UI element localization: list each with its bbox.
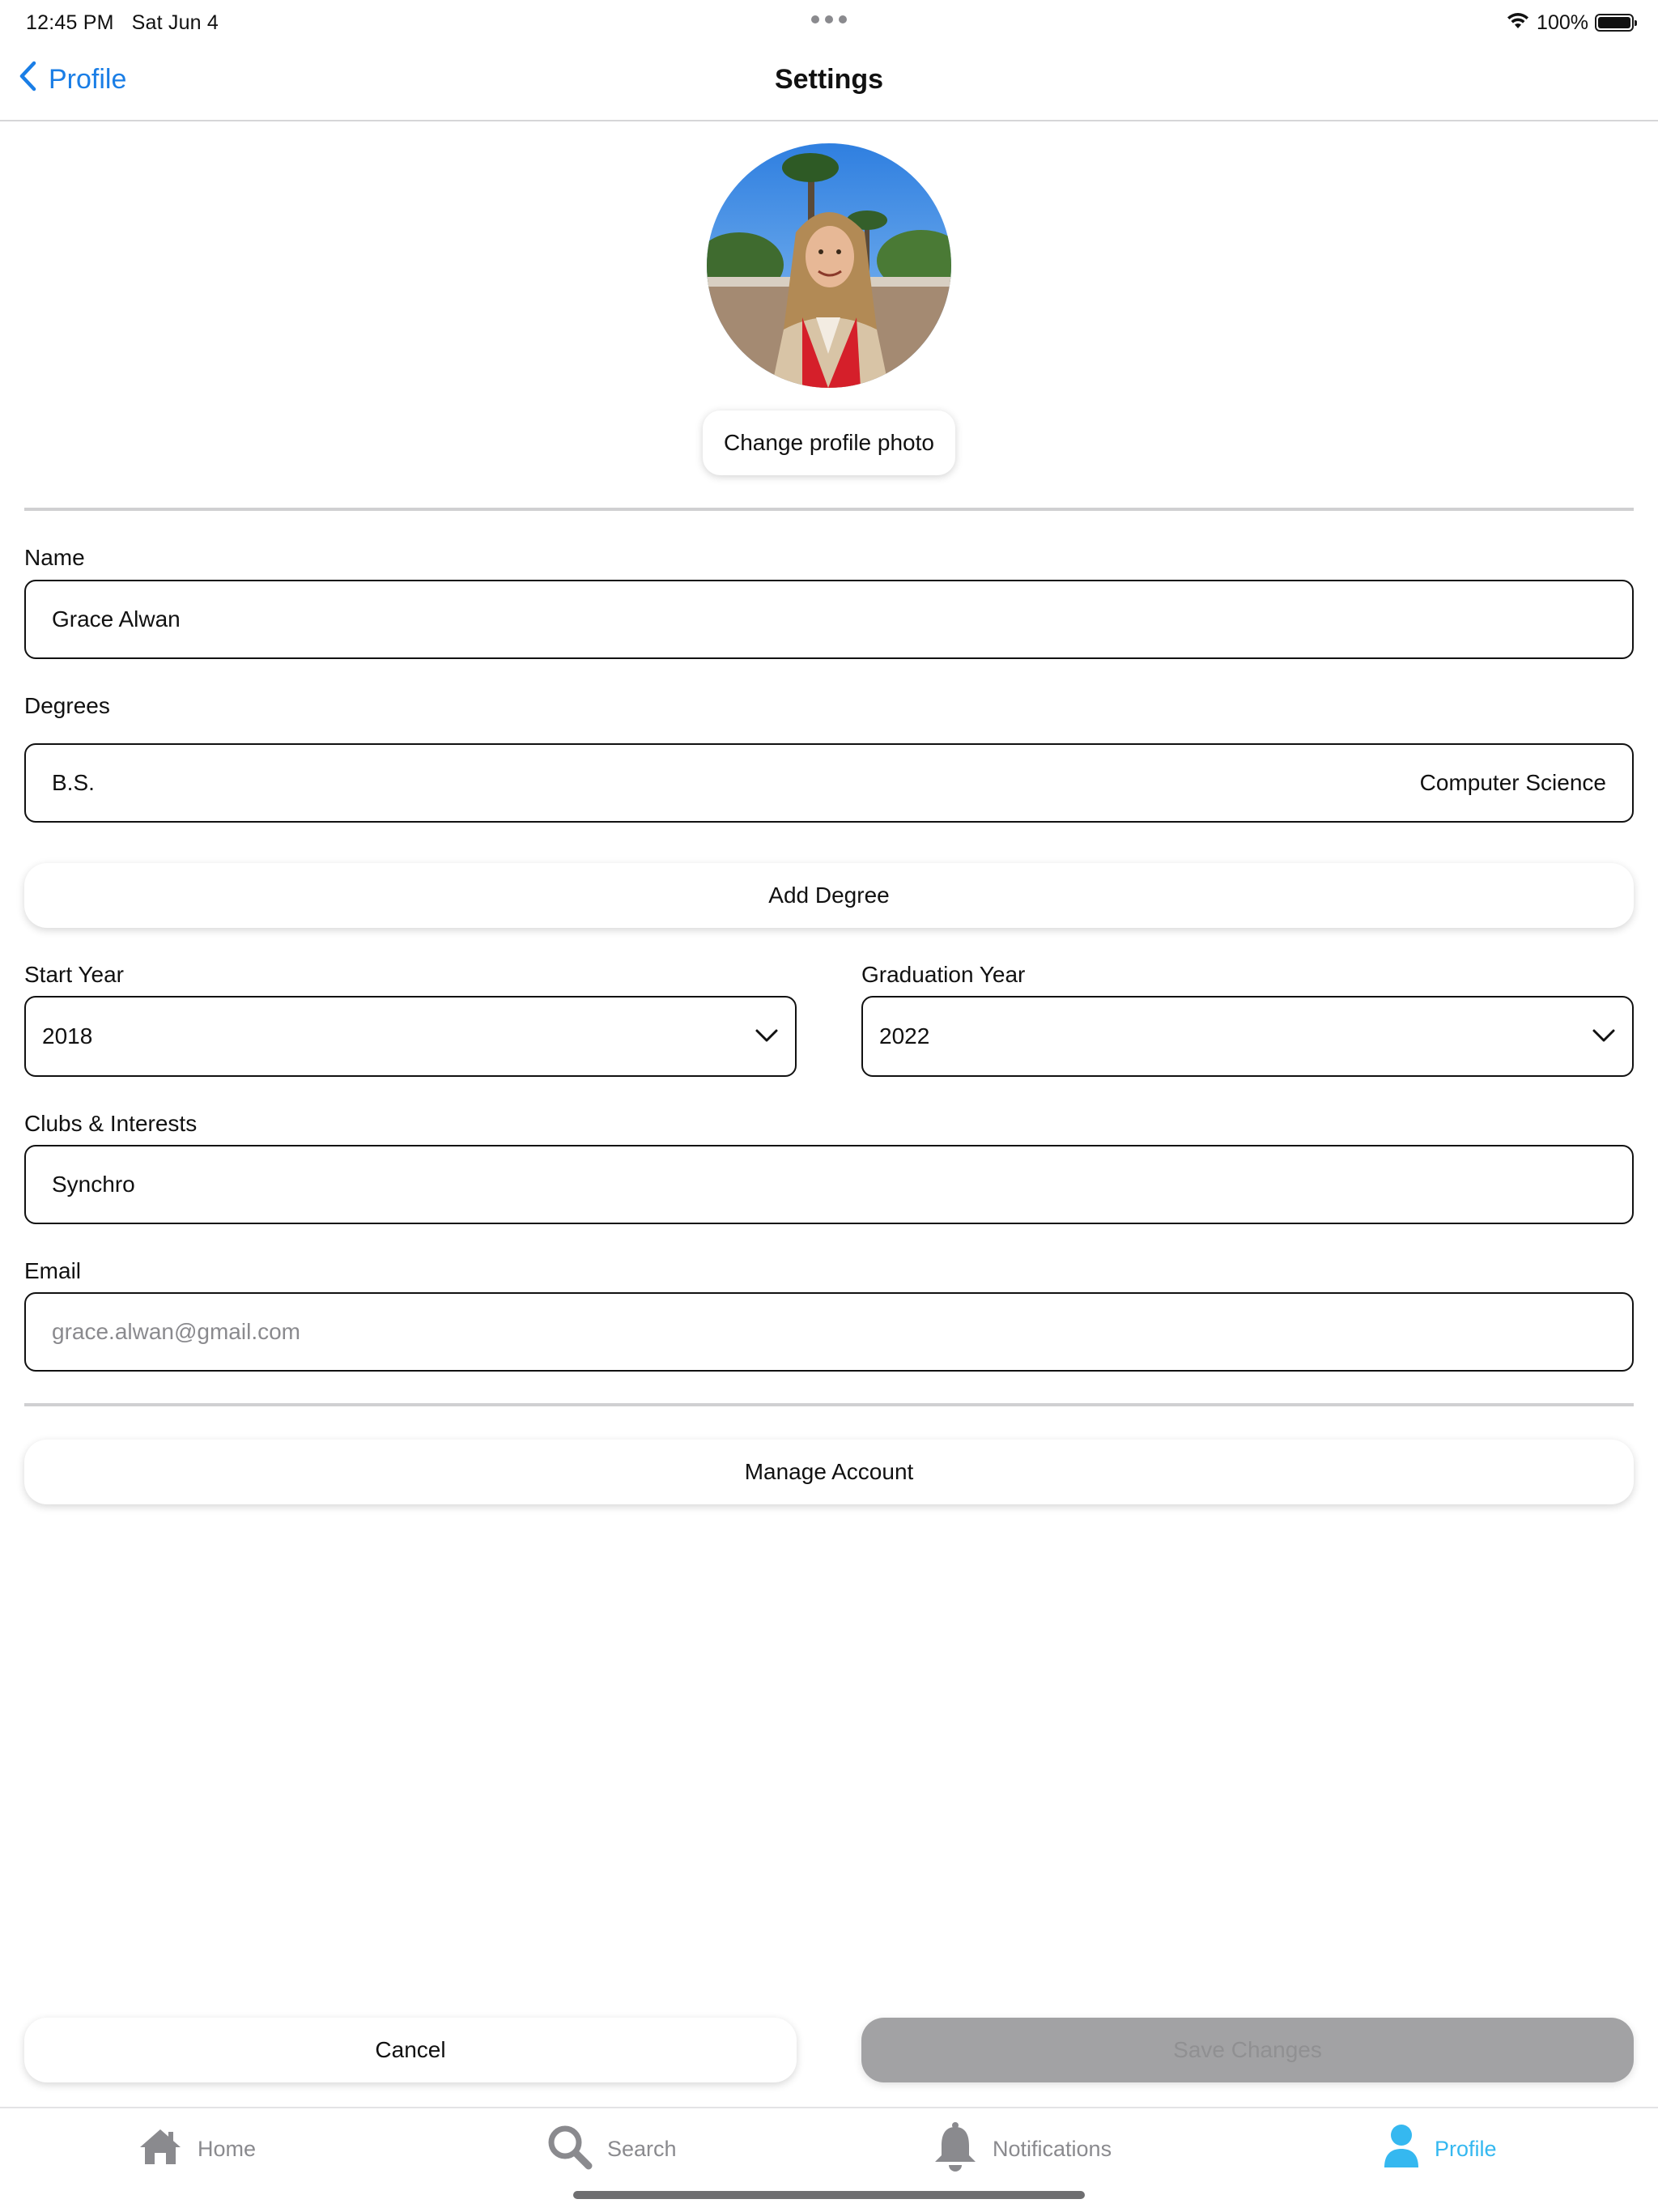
tab-home-label: Home [198, 2136, 257, 2161]
tab-notifications[interactable]: Notifications [933, 2121, 1112, 2176]
name-label: Name [24, 545, 85, 570]
battery-percent: 100% [1537, 11, 1588, 34]
chevron-left-icon [18, 60, 37, 100]
clubs-label: Clubs & Interests [24, 1111, 198, 1136]
status-bar-left: 12:45 PM Sat Jun 4 [26, 6, 219, 39]
nav-divider [0, 120, 1658, 121]
back-button-label: Profile [49, 63, 127, 95]
section-divider [24, 508, 1634, 511]
start-year-value: 2018 [42, 1023, 93, 1049]
degrees-label: Degrees [24, 693, 110, 718]
name-value: Grace Alwan [52, 606, 181, 632]
clubs-value: Synchro [52, 1172, 135, 1197]
search-icon [546, 2123, 593, 2176]
section-divider [24, 1403, 1634, 1406]
chevron-down-icon [755, 1023, 779, 1049]
email-label: Email [24, 1258, 82, 1283]
degree-major: Computer Science [1419, 770, 1606, 795]
graduation-year-select[interactable]: 2022 [861, 996, 1634, 1077]
clubs-field[interactable]: Synchro [24, 1145, 1634, 1224]
status-time: 12:45 PM [26, 11, 114, 34]
graduation-year-value: 2022 [879, 1023, 930, 1049]
person-icon [1383, 2124, 1420, 2175]
degree-row[interactable]: B.S. Computer Science [24, 743, 1634, 823]
add-degree-button[interactable]: Add Degree [24, 863, 1634, 928]
status-bar-right: 100% [1506, 6, 1637, 39]
profile-avatar [707, 143, 951, 388]
start-year-label: Start Year [24, 962, 124, 987]
tab-notifications-label: Notifications [993, 2136, 1112, 2161]
tab-search[interactable]: Search [546, 2121, 677, 2176]
bell-icon [933, 2121, 978, 2177]
tab-profile[interactable]: Profile [1383, 2121, 1497, 2176]
email-placeholder: grace.alwan@gmail.com [52, 1319, 300, 1344]
start-year-select[interactable]: 2018 [24, 996, 797, 1077]
name-field[interactable]: Grace Alwan [24, 580, 1634, 659]
email-field[interactable]: grace.alwan@gmail.com [24, 1292, 1634, 1372]
home-indicator [573, 2191, 1085, 2199]
cancel-button[interactable]: Cancel [24, 2018, 797, 2082]
back-button[interactable]: Profile [18, 57, 126, 102]
tab-profile-label: Profile [1435, 2136, 1497, 2161]
change-profile-photo-button[interactable]: Change profile photo [703, 410, 955, 475]
chevron-down-icon [1592, 1023, 1616, 1049]
tab-home[interactable]: Home [138, 2121, 256, 2176]
degree-type: B.S. [52, 770, 95, 795]
graduation-year-label: Graduation Year [861, 962, 1026, 987]
home-icon [138, 2127, 183, 2172]
page-title: Settings [774, 64, 884, 95]
more-dots-icon[interactable] [811, 15, 847, 24]
save-changes-button[interactable]: Save Changes [861, 2018, 1634, 2082]
tab-search-label: Search [607, 2136, 677, 2161]
status-date: Sat Jun 4 [131, 11, 219, 34]
tab-bar-divider [0, 2107, 1658, 2108]
battery-icon [1595, 14, 1637, 32]
wifi-icon [1506, 11, 1530, 36]
manage-account-button[interactable]: Manage Account [24, 1440, 1634, 1504]
